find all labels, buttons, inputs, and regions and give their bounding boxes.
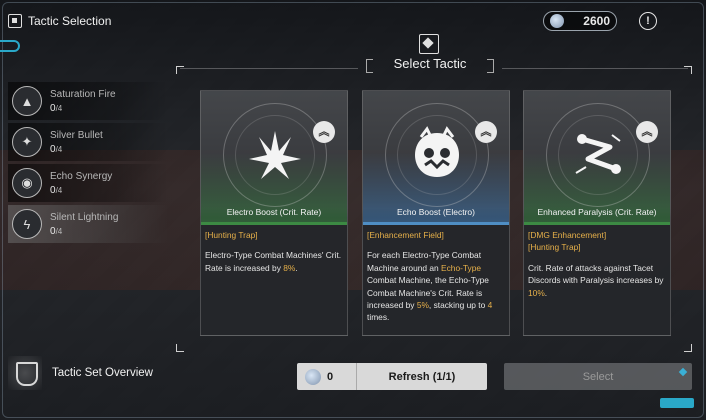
tactic-name: Echo Synergy [50,170,113,182]
card-title: Enhanced Paralysis (Crit. Rate) [537,207,657,217]
card-desc-text: For each Electro-Type Combat Machine aro… [367,249,505,323]
card-color-bar [524,222,670,225]
tactic-name: Saturation Fire [50,88,116,100]
desc-text: , stacking up to [428,300,488,311]
tactic-card-electro-boost[interactable]: ︽ Electro Boost (Crit. Rate) [Hunting Tr… [200,90,348,336]
highlight-value: 10% [528,287,545,298]
title-divider-right [502,68,688,69]
missile-icon: ▲ [12,86,42,116]
tactic-count: 0/4 [50,143,63,155]
info-button[interactable]: ! [639,12,657,30]
highlight-value: Echo-Type [441,262,482,273]
frame-corner-tr [684,66,692,74]
overview-label: Tactic Set Overview [52,367,153,379]
currency-display[interactable]: 2600 [543,11,617,31]
card-description: [Hunting Trap] Electro-Type Combat Machi… [205,229,343,274]
card-desc-text: Electro-Type Combat Machines' Crit. Rate… [205,249,343,274]
rank-chevron-icon: ︽ [475,121,497,143]
tactic-name: Silver Bullet [50,129,103,141]
frame-corner-tl [176,66,184,74]
tactic-item-saturation-fire[interactable]: ▲ Saturation Fire 0/4 [8,82,168,120]
tactic-card-echo-boost[interactable]: ︽ Echo Boost (Electro) [Enhancement Fiel… [362,90,510,336]
highlight-value: 4 [487,300,493,311]
echo-face-icon [415,126,459,177]
select-tactic-title: Select Tactic [366,56,494,74]
card-color-bar [363,222,509,225]
electro-burst-icon [249,131,301,179]
tactic-menu-icon [8,14,22,28]
tactic-count: 0/4 [50,184,63,196]
card-tag: [DMG Enhancement] [Hunting Trap] [528,230,607,253]
card-art: ︽ [201,91,347,223]
rank-chevron-icon: ︽ [636,121,658,143]
tactic-card-enhanced-paralysis[interactable]: ︽ Enhanced Paralysis (Crit. Rate) [DMG E… [523,90,671,336]
coin-icon [305,368,321,385]
card-art: ︽ [363,91,509,223]
title-divider-left [180,68,358,69]
tactic-list: ▲ Saturation Fire 0/4 ✦ Silver Bullet 0/… [8,82,168,246]
tactic-count: 0/4 [50,225,63,237]
highlight-value: 8% [283,262,296,273]
card-art: ︽ [524,91,670,223]
bottom-accent-bar [660,398,694,408]
synergy-icon: ◉ [12,168,42,198]
card-title: Echo Boost (Electro) [397,207,475,217]
currency-value: 2600 [583,14,610,28]
frame-corner-br [684,344,692,352]
card-title: Electro Boost (Crit. Rate) [226,207,322,217]
shield-book-icon [8,356,42,390]
desc-text: times. [367,312,390,323]
card-color-bar [201,222,347,225]
page-title: Tactic Selection [28,14,112,28]
tactic-name: Silent Lightning [50,211,119,223]
card-description: [DMG Enhancement] [Hunting Trap] Crit. R… [528,229,666,299]
card-tag: [Hunting Trap] [205,230,258,240]
frame-corner-bl [176,344,184,352]
bullet-icon: ✦ [12,127,42,157]
tactic-item-silver-bullet[interactable]: ✦ Silver Bullet 0/4 [8,123,168,161]
lightning-icon: ϟ [12,209,42,239]
refresh-cost-value: 0 [327,370,334,383]
desc-text: . [295,262,298,273]
card-description: [Enhancement Field] For each Electro-Typ… [367,229,505,324]
card-tag: [Enhancement Field] [367,230,444,240]
header: Tactic Selection [8,14,111,28]
desc-text: Crit. Rate of attacks against Tacet Disc… [528,262,664,286]
refresh-cost: 0 [297,363,357,390]
highlight-value: 5% [416,300,429,311]
refresh-label: Refresh (1/1) [388,370,456,383]
tactic-count: 0/4 [50,102,63,114]
refresh-button[interactable]: 0 Refresh (1/1) [297,363,487,390]
tactic-item-silent-lightning[interactable]: ϟ Silent Lightning 0/4 [8,205,168,243]
paralysis-bolt-icon [575,134,621,174]
rank-chevron-icon: ︽ [313,121,335,143]
side-tab-handle[interactable] [0,40,20,52]
desc-text: . [544,287,548,298]
card-desc-text: Crit. Rate of attacks against Tacet Disc… [528,262,666,299]
desc-text: Electro-Type Combat Machines' Crit. Rate… [205,250,342,273]
select-tactic-emblem-icon [419,34,439,54]
tactic-set-overview[interactable]: Tactic Set Overview [8,356,153,390]
tactic-item-echo-synergy[interactable]: ◉ Echo Synergy 0/4 [8,164,168,202]
select-button[interactable]: Select [504,363,692,390]
coin-icon [550,14,564,28]
